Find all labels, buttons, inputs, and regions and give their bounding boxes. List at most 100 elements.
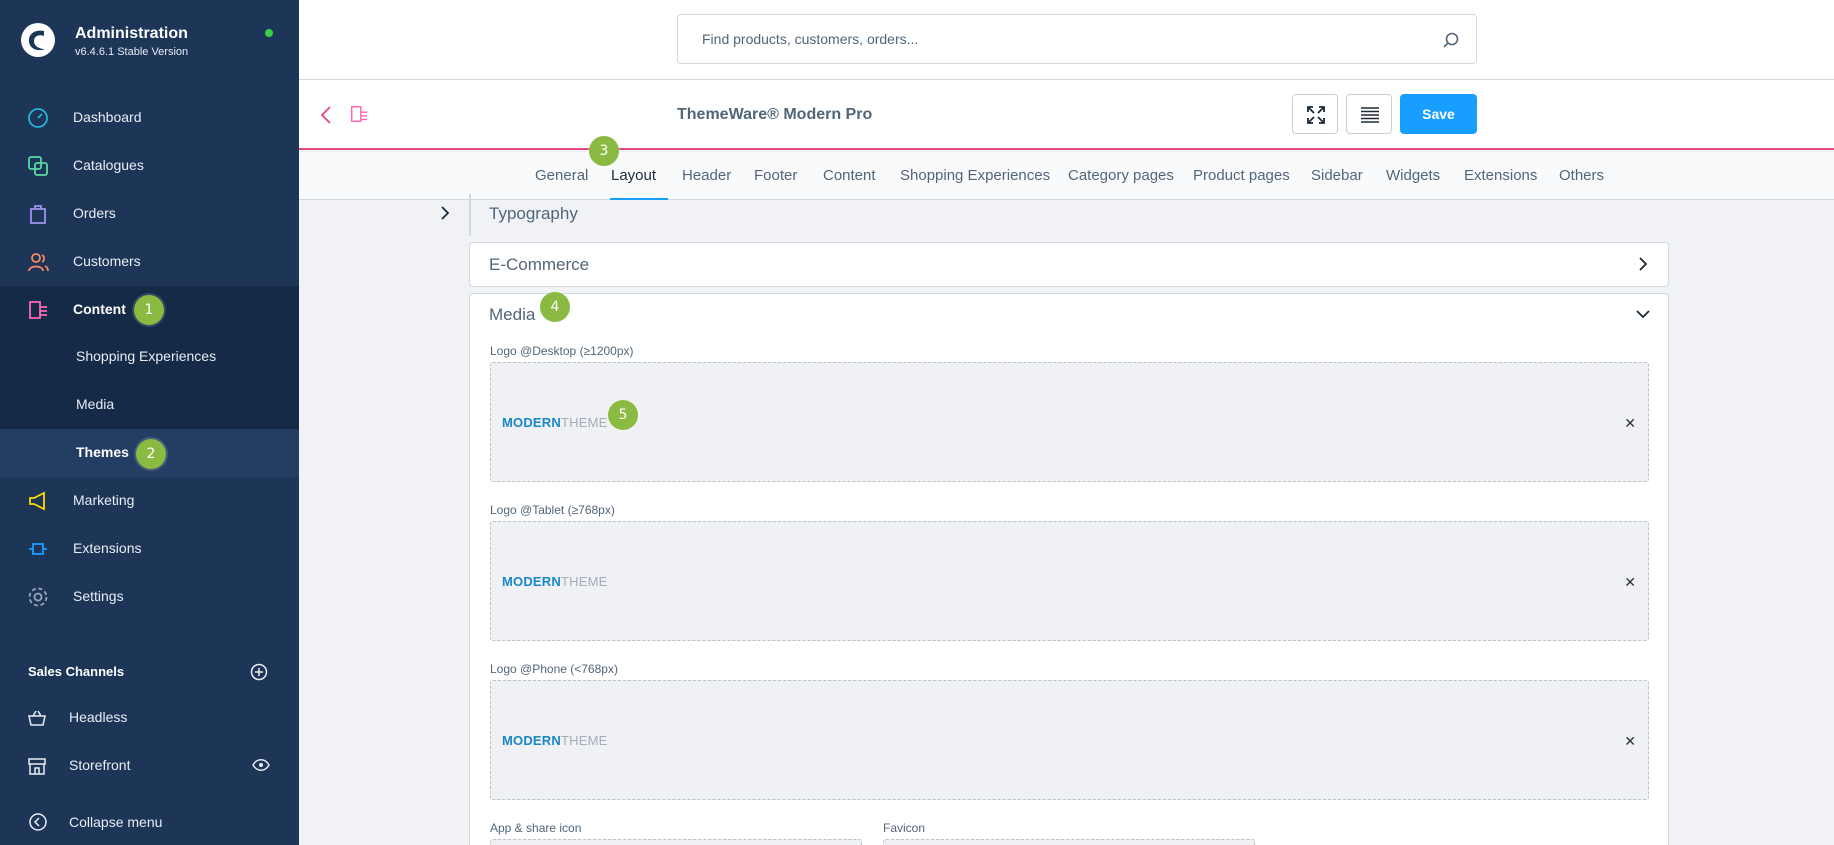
settings-icon <box>28 587 48 607</box>
modern-theme-logo: MODERNTHEME <box>502 415 608 430</box>
tabs-bar: General Layout Header Footer Content Sho… <box>299 152 1834 200</box>
step-badge-5: 5 <box>608 400 638 430</box>
back-arrow-icon[interactable] <box>318 104 334 126</box>
chevron-right-icon <box>1639 257 1648 271</box>
shopware-logo-icon <box>21 23 55 57</box>
online-status-dot <box>265 29 273 37</box>
search-placeholder: Find products, customers, orders... <box>702 31 919 47</box>
search-icon[interactable] <box>1442 31 1460 49</box>
chevron-down-icon[interactable] <box>1636 307 1650 321</box>
search-input[interactable]: Find products, customers, orders... <box>677 14 1477 64</box>
tab-general[interactable]: General <box>535 167 588 184</box>
text-lines-button[interactable] <box>1346 94 1392 134</box>
app-version: v6.4.6.1 Stable Version <box>75 46 189 58</box>
sidebar-item-extensions[interactable]: Extensions <box>0 525 299 573</box>
sidebar-item-dashboard[interactable]: Dashboard <box>0 94 299 142</box>
remove-logo-icon[interactable]: ✕ <box>1624 733 1636 750</box>
add-sales-channel-icon[interactable] <box>250 663 268 681</box>
sidebar-subitem-label: Themes <box>76 444 129 460</box>
logo-desktop-dropzone[interactable]: MODERNTHEME ✕ <box>490 362 1649 482</box>
step-badge-2: 2 <box>136 439 166 469</box>
logo-phone-dropzone[interactable]: MODERNTHEME ✕ <box>490 680 1649 800</box>
sales-channel-label: Headless <box>69 709 128 725</box>
basket-icon <box>28 710 46 726</box>
typography-title: Typography <box>489 204 578 223</box>
top-search-bar: Find products, customers, orders... <box>299 0 1834 80</box>
storefront-icon <box>28 758 46 775</box>
tab-sidebar[interactable]: Sidebar <box>1311 167 1363 184</box>
logo-tablet-label: Logo @Tablet (≥768px) <box>490 503 615 517</box>
sidebar-item-label: Customers <box>73 253 141 269</box>
tab-product-pages[interactable]: Product pages <box>1193 167 1290 184</box>
tab-extensions[interactable]: Extensions <box>1464 167 1537 184</box>
sidebar-item-label: Orders <box>73 205 116 221</box>
marketing-icon <box>29 491 45 511</box>
customers-icon <box>28 253 49 272</box>
ecommerce-title: E-Commerce <box>489 255 590 274</box>
tab-footer[interactable]: Footer <box>754 167 797 184</box>
app-share-icon-dropzone[interactable] <box>490 839 862 845</box>
sidebar-item-marketing[interactable]: Marketing <box>0 477 299 525</box>
collapse-icon <box>29 813 47 831</box>
typography-section[interactable]: Typography <box>441 194 578 236</box>
eye-icon[interactable] <box>252 758 270 772</box>
sidebar-item-label: Dashboard <box>73 109 142 125</box>
sidebar-header: Administration v6.4.6.1 Stable Version <box>0 0 299 84</box>
sidebar-subitem-media[interactable]: Media <box>0 381 299 429</box>
sales-channel-label: Storefront <box>69 757 131 773</box>
step-badge-4: 4 <box>540 292 570 322</box>
sidebar-item-catalogues[interactable]: Catalogues <box>0 142 299 190</box>
modern-theme-logo: MODERNTHEME <box>502 733 608 748</box>
modern-theme-logo: MODERNTHEME <box>502 574 608 589</box>
ecommerce-section[interactable]: E-Commerce <box>469 242 1669 287</box>
sidebar-item-settings[interactable]: Settings <box>0 573 299 621</box>
tab-shopping-experiences[interactable]: Shopping Experiences <box>900 167 1050 184</box>
sales-channel-storefront[interactable]: Storefront <box>0 746 299 786</box>
sidebar-subitem-label: Media <box>76 396 115 412</box>
tab-widgets[interactable]: Widgets <box>1386 167 1440 184</box>
page-title: ThemeWare® Modern Pro <box>677 106 873 123</box>
sidebar-item-customers[interactable]: Customers <box>0 238 299 286</box>
app-title: Administration <box>75 25 188 42</box>
sidebar-item-label: Catalogues <box>73 157 144 173</box>
extensions-icon <box>29 543 47 555</box>
sidebar-subitem-label: Shopping Experiences <box>76 348 217 364</box>
sales-channel-headless[interactable]: Headless <box>0 698 299 738</box>
step-badge-3: 3 <box>589 136 619 166</box>
tab-content[interactable]: Content <box>823 167 876 184</box>
step-badge-1: 1 <box>134 295 164 325</box>
orders-icon <box>30 205 46 224</box>
tab-category-pages[interactable]: Category pages <box>1068 167 1174 184</box>
tab-others[interactable]: Others <box>1559 167 1604 184</box>
tab-layout[interactable]: Layout <box>611 167 656 184</box>
remove-logo-icon[interactable]: ✕ <box>1624 574 1636 591</box>
sidebar-subitem-shopping-experiences[interactable]: Shopping Experiences <box>0 333 299 381</box>
chevron-right-icon <box>441 206 450 220</box>
content-module-icon <box>351 106 368 122</box>
collapse-menu-button[interactable]: Collapse menu <box>0 804 299 840</box>
media-title[interactable]: Media <box>489 305 535 325</box>
sidebar-item-orders[interactable]: Orders <box>0 190 299 238</box>
tab-header[interactable]: Header <box>682 167 731 184</box>
expand-icon <box>1307 106 1325 124</box>
fullscreen-button[interactable] <box>1292 94 1338 134</box>
lines-icon <box>1361 107 1379 123</box>
save-button[interactable]: Save <box>1400 94 1477 134</box>
collapse-label: Collapse menu <box>69 814 163 830</box>
media-section: Media Logo @Desktop (≥1200px) MODERNTHEM… <box>469 293 1669 845</box>
sidebar: Administration v6.4.6.1 Stable Version D… <box>0 0 299 845</box>
dashboard-icon <box>28 108 48 128</box>
logo-tablet-dropzone[interactable]: MODERNTHEME ✕ <box>490 521 1649 641</box>
remove-logo-icon[interactable]: ✕ <box>1624 415 1636 432</box>
catalogues-icon <box>28 156 48 176</box>
sidebar-item-label: Settings <box>73 588 124 604</box>
favicon-dropzone[interactable] <box>883 839 1255 845</box>
logo-phone-label: Logo @Phone (<768px) <box>490 662 618 676</box>
favicon-label: Favicon <box>883 821 926 835</box>
logo-desktop-label: Logo @Desktop (≥1200px) <box>490 344 634 358</box>
active-tab-indicator <box>610 198 668 200</box>
content-icon <box>29 301 47 319</box>
sales-channels-title: Sales Channels <box>28 664 125 679</box>
sidebar-item-label: Marketing <box>73 492 135 508</box>
app-share-icon-label: App & share icon <box>490 821 582 835</box>
